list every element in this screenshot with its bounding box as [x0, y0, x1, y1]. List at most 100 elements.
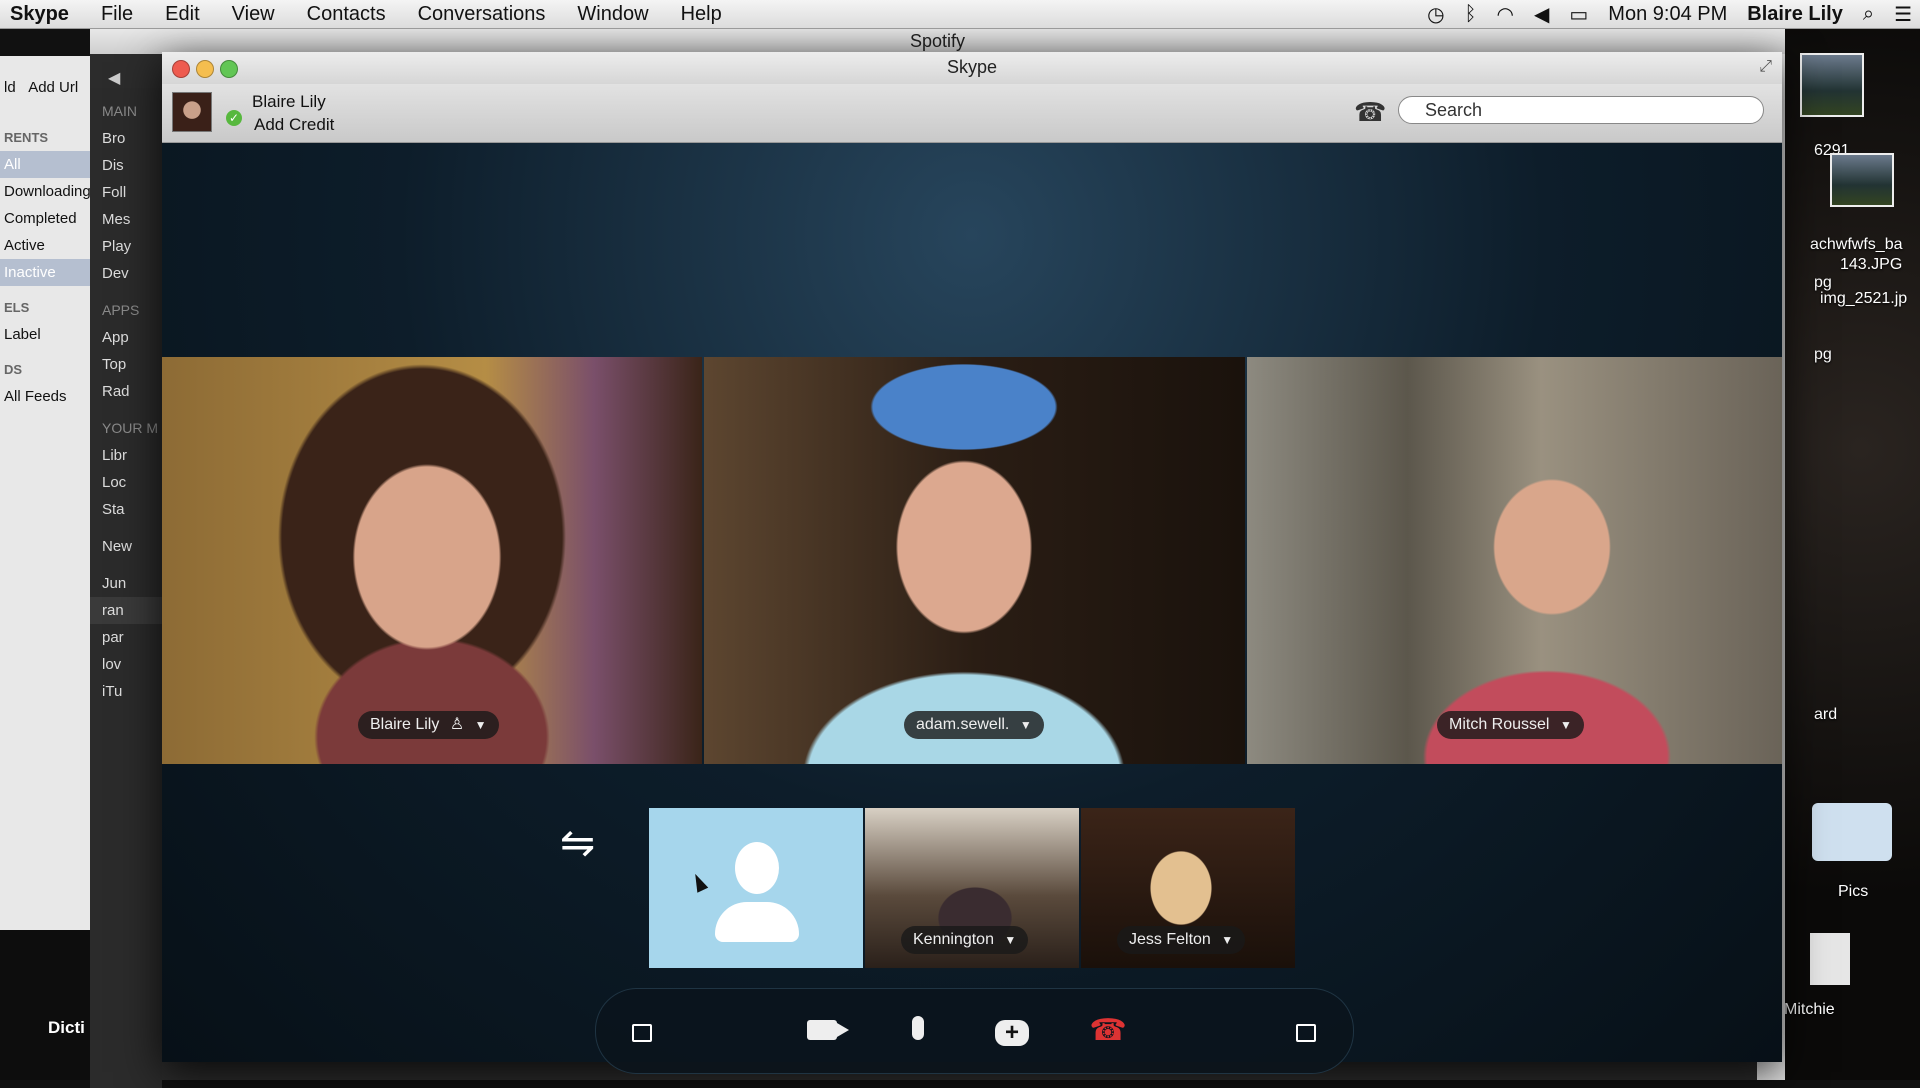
- desktop-file-label[interactable]: pg: [1814, 346, 1832, 364]
- plus-icon: +: [995, 1020, 1029, 1046]
- desktop-folder-label[interactable]: Pics: [1838, 883, 1868, 901]
- wifi-icon[interactable]: ◠: [1497, 2, 1514, 27]
- add-button[interactable]: +: [992, 1011, 1032, 1051]
- playlist-item[interactable]: ran: [90, 597, 162, 624]
- sidebar-item-inactive[interactable]: Inactive: [0, 259, 92, 286]
- sidebar-toggle-icon: [632, 1024, 652, 1042]
- playlist-item[interactable]: Jun: [90, 570, 162, 597]
- menu-view[interactable]: View: [216, 3, 291, 26]
- sidebar-item-discover[interactable]: Dis: [90, 152, 162, 179]
- menu-conversations[interactable]: Conversations: [402, 3, 562, 26]
- playlist-item[interactable]: iTu: [90, 678, 162, 705]
- video-feed[interactable]: Blaire Lily ♙ ▼: [162, 357, 702, 764]
- menu-file[interactable]: File: [85, 3, 149, 26]
- skype-window: Skype ⤢ ✓ Blaire Lily Add Credit ☎ Searc…: [162, 52, 1782, 1074]
- participant-label[interactable]: Mitch Roussel ▼: [1437, 711, 1584, 739]
- online-status-icon[interactable]: ✓: [226, 110, 242, 126]
- fullscreen-button[interactable]: [1286, 1011, 1326, 1051]
- participant-name: Blaire Lily: [370, 716, 440, 733]
- desktop-file-label[interactable]: img_2521.jp: [1820, 290, 1907, 308]
- video-feed[interactable]: Kennington ▼: [865, 808, 1079, 968]
- participant-label[interactable]: Blaire Lily ♙ ▼: [358, 711, 499, 739]
- sidebar-item-app-finder[interactable]: App: [90, 324, 162, 351]
- participant-label[interactable]: adam.sewell. ▼: [904, 711, 1044, 739]
- add-credit-link[interactable]: Add Credit: [254, 115, 334, 135]
- bluetooth-icon[interactable]: ᛒ: [1465, 3, 1477, 26]
- self-video-placeholder[interactable]: [649, 808, 863, 968]
- desktop-image-thumb[interactable]: [1830, 153, 1894, 207]
- desktop-file-label[interactable]: 143.JPG: [1840, 256, 1902, 274]
- new-playlist-button[interactable]: New: [90, 533, 162, 560]
- fullscreen-icon[interactable]: ⤢: [1759, 58, 1772, 76]
- menu-window[interactable]: Window: [561, 3, 664, 26]
- chevron-down-icon: ▼: [1559, 718, 1572, 732]
- show-contacts-button[interactable]: [622, 1011, 662, 1051]
- sidebar-item-devices[interactable]: Dev: [90, 260, 162, 287]
- section-header: YOUR M: [102, 420, 158, 436]
- video-feed[interactable]: Mitch Roussel ▼: [1247, 357, 1782, 764]
- document-icon[interactable]: [1810, 933, 1850, 985]
- section-header: DS: [4, 362, 23, 377]
- sidebar-item-active[interactable]: Active: [0, 232, 92, 259]
- user-name[interactable]: Blaire Lily: [252, 92, 326, 112]
- video-button[interactable]: [802, 1011, 849, 1051]
- desktop-file-label[interactable]: achwfwfs_ba: [1810, 236, 1903, 254]
- sidebar-item-label[interactable]: Label: [0, 321, 92, 348]
- swap-icon[interactable]: ⇋: [560, 822, 595, 864]
- dictionary-label[interactable]: Dicti: [48, 1018, 85, 1038]
- sidebar-item-starred[interactable]: Sta: [90, 496, 162, 523]
- sidebar-item-browse[interactable]: Bro: [90, 125, 162, 152]
- section-header: ELS: [4, 300, 30, 315]
- sidebar-item-local-files[interactable]: Loc: [90, 469, 162, 496]
- call-controls: + ☎: [595, 988, 1354, 1074]
- sidebar-item-play-queue[interactable]: Play: [90, 233, 162, 260]
- sidebar-item-top-lists[interactable]: Top: [90, 351, 162, 378]
- sidebar-item-radio[interactable]: Rad: [90, 378, 162, 405]
- participant-label[interactable]: Jess Felton ▼: [1117, 926, 1246, 954]
- sidebar-item-follow[interactable]: Foll: [90, 179, 162, 206]
- spotlight-icon[interactable]: ⌕: [1863, 3, 1874, 26]
- desktop-file-label[interactable]: ard: [1814, 706, 1837, 724]
- dial-pad-icon[interactable]: ☎: [1354, 98, 1386, 126]
- video-feed[interactable]: Jess Felton ▼: [1081, 808, 1295, 968]
- sidebar-item-all[interactable]: All: [0, 151, 92, 178]
- video-feed[interactable]: adam.sewell. ▼: [704, 357, 1245, 764]
- spotify-title[interactable]: Spotify: [90, 28, 1785, 54]
- folder-icon[interactable]: [1812, 803, 1892, 861]
- sidebar-item-downloading[interactable]: Downloading: [0, 178, 92, 205]
- menu-app-name[interactable]: Skype: [0, 3, 85, 26]
- playlist-item[interactable]: lov: [90, 651, 162, 678]
- default-avatar-icon: [715, 902, 799, 942]
- chevron-down-icon: ▼: [1019, 718, 1032, 732]
- menu-help[interactable]: Help: [665, 3, 738, 26]
- sidebar-item-completed[interactable]: Completed: [0, 205, 92, 232]
- battery-icon[interactable]: ▭: [1569, 2, 1588, 27]
- back-icon[interactable]: ◀: [108, 68, 120, 88]
- time-machine-icon[interactable]: ◷: [1427, 2, 1444, 27]
- chevron-down-icon: ▼: [474, 718, 487, 732]
- clock[interactable]: Mon 9:04 PM: [1608, 3, 1727, 26]
- desktop-image-thumb[interactable]: [1800, 53, 1864, 117]
- sidebar-item-messages[interactable]: Mes: [90, 206, 162, 233]
- notification-center-icon[interactable]: ☰: [1894, 2, 1912, 27]
- participant-name: Jess Felton: [1129, 931, 1211, 948]
- participant-name: adam.sewell.: [916, 716, 1010, 733]
- desktop-file-label[interactable]: Mitchie: [1784, 1001, 1835, 1019]
- participant-label[interactable]: Kennington ▼: [901, 926, 1029, 954]
- hang-up-button[interactable]: ☎: [1088, 1011, 1128, 1051]
- skype-toolbar: ✓ Blaire Lily Add Credit ☎ Search: [162, 84, 1782, 143]
- desktop: 6291 achwfwfs_ba 143.JPG pg img_2521.jp …: [1770, 28, 1920, 1080]
- menu-edit[interactable]: Edit: [149, 3, 215, 26]
- sidebar-item-all-feeds[interactable]: All Feeds: [0, 383, 92, 410]
- search-input[interactable]: Search: [1398, 96, 1764, 124]
- mute-button[interactable]: [898, 1011, 938, 1051]
- window-title: Skype: [946, 57, 998, 77]
- fullscreen-icon: [1296, 1024, 1316, 1042]
- volume-icon[interactable]: ◀: [1534, 2, 1549, 27]
- avatar[interactable]: [172, 92, 212, 132]
- sidebar-item-library[interactable]: Libr: [90, 442, 162, 469]
- menu-contacts[interactable]: Contacts: [291, 3, 402, 26]
- user-menu[interactable]: Blaire Lily: [1747, 3, 1843, 26]
- playlist-item[interactable]: par: [90, 624, 162, 651]
- toolbar-add-url[interactable]: ld Add Url: [0, 56, 92, 96]
